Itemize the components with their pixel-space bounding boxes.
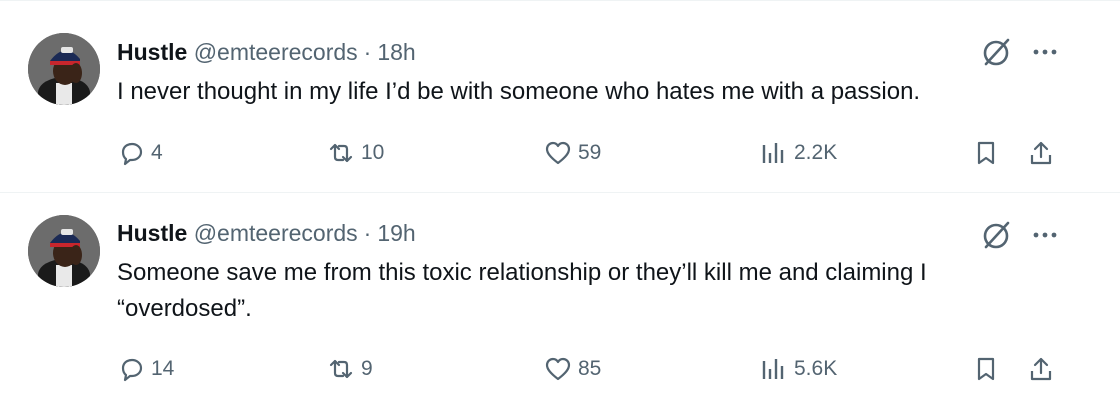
- bookmark-icon: [977, 141, 995, 165]
- user-handle[interactable]: @emteerecords: [194, 220, 358, 246]
- separator: ·: [363, 39, 372, 65]
- tweet-header: Hustle @emteerecords · 19h: [117, 219, 416, 247]
- retweet-button[interactable]: 10: [327, 133, 384, 173]
- retweet-count: 9: [361, 357, 373, 380]
- reply-icon: [121, 142, 143, 166]
- more-icon[interactable]: [1030, 37, 1060, 67]
- share-button[interactable]: [1027, 349, 1055, 389]
- reply-icon: [121, 358, 143, 382]
- like-count: 85: [578, 357, 602, 380]
- display-name[interactable]: Hustle: [117, 39, 187, 65]
- action-bar: 4 10 59 2.2K: [0, 133, 1120, 173]
- like-button[interactable]: 85: [544, 349, 601, 389]
- timeline: Hustle @emteerecords · 18h I never thought…: [0, 0, 1120, 418]
- tweet-text: Someone save me from this toxic relation…: [117, 259, 927, 322]
- tweet[interactable]: Hustle @emteerecords · 19h Someone save me…: [0, 193, 1120, 419]
- display-name[interactable]: Hustle: [117, 220, 187, 246]
- views-count: 2.2K: [794, 141, 838, 164]
- like-count: 59: [578, 141, 602, 164]
- grok-icon[interactable]: [978, 34, 1014, 70]
- reply-count: 14: [151, 357, 175, 380]
- grok-icon[interactable]: [978, 217, 1014, 253]
- user-handle[interactable]: @emteerecords: [194, 39, 358, 65]
- share-icon: [1030, 141, 1052, 165]
- timestamp[interactable]: 18h: [377, 39, 415, 65]
- like-button[interactable]: 59: [544, 133, 601, 173]
- share-icon: [1030, 357, 1052, 381]
- views-count: 5.6K: [794, 357, 838, 380]
- separator: ·: [363, 220, 372, 246]
- timestamp[interactable]: 19h: [377, 220, 415, 246]
- views-button[interactable]: 2.2K: [760, 133, 837, 173]
- avatar[interactable]: [28, 33, 100, 105]
- bookmark-button[interactable]: [972, 133, 1000, 173]
- retweet-icon: [329, 359, 353, 379]
- tweet-text: I never thought in my life I’d be with s…: [117, 78, 921, 105]
- tweet[interactable]: Hustle @emteerecords · 18h I never thought…: [0, 1, 1120, 193]
- reply-count: 4: [151, 141, 163, 164]
- action-bar: 14 9 85 5.6K: [0, 349, 1120, 389]
- views-icon: [762, 143, 784, 163]
- retweet-icon: [329, 143, 353, 163]
- bookmark-button[interactable]: [972, 349, 1000, 389]
- reply-button[interactable]: 14: [117, 349, 174, 389]
- avatar[interactable]: [28, 215, 100, 287]
- views-icon: [762, 359, 784, 379]
- avatar-image: [28, 33, 100, 105]
- more-icon[interactable]: [1030, 220, 1060, 250]
- tweet-header: Hustle @emteerecords · 18h: [117, 38, 416, 66]
- heart-icon: [545, 141, 571, 165]
- views-button[interactable]: 5.6K: [760, 349, 837, 389]
- bookmark-icon: [977, 357, 995, 381]
- retweet-button[interactable]: 9: [327, 349, 373, 389]
- reply-button[interactable]: 4: [117, 133, 163, 173]
- heart-icon: [545, 357, 571, 381]
- share-button[interactable]: [1027, 133, 1055, 173]
- retweet-count: 10: [361, 141, 385, 164]
- avatar-image: [28, 215, 100, 287]
